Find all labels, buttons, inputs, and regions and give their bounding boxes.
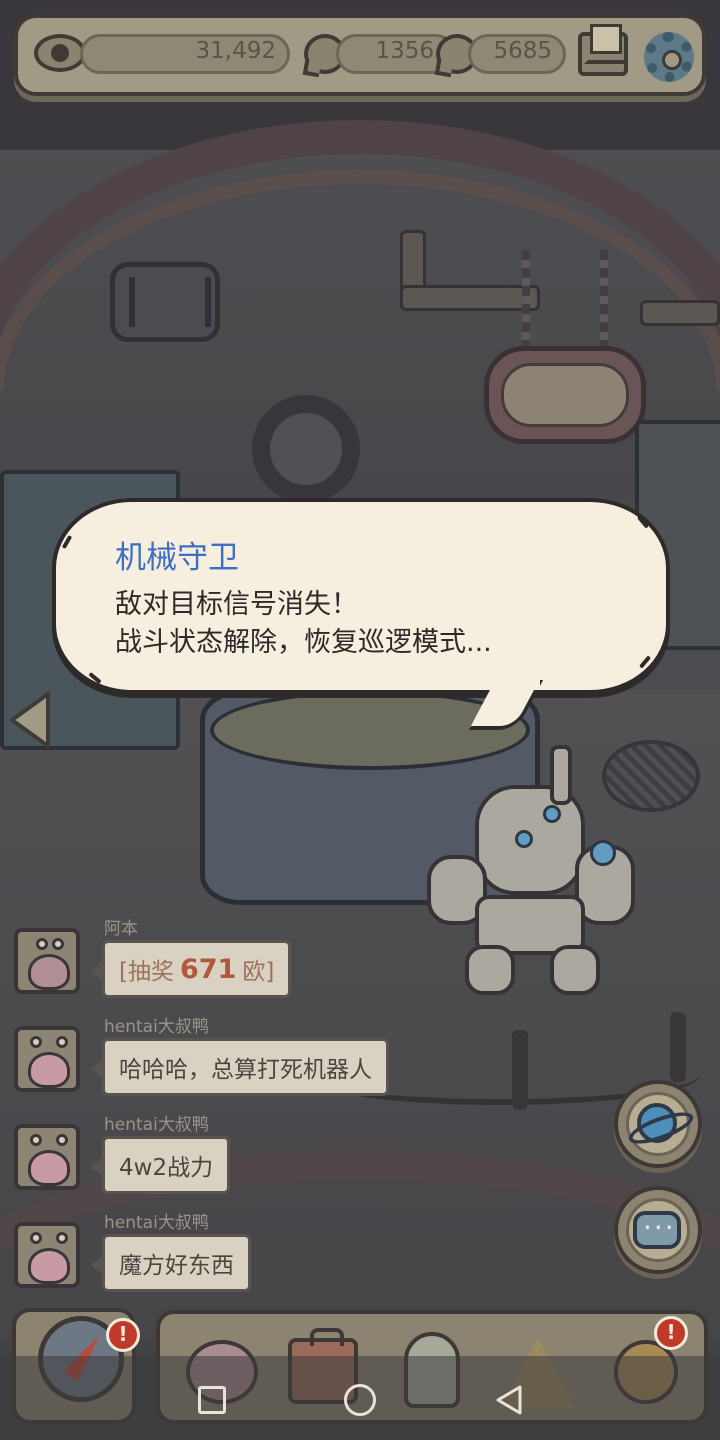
chat-message-box: [抽奖 671 欧] xyxy=(90,940,292,998)
rope-post xyxy=(512,1030,528,1110)
chat-sender: hentai大叔鸭 xyxy=(104,1115,209,1135)
key-alert-badge: ! xyxy=(654,1316,688,1350)
chat-sender: hentai大叔鸭 xyxy=(104,1017,209,1037)
chat-message: hentai大叔鸭 哈哈哈，总算打死机器人 xyxy=(14,1017,434,1108)
chain xyxy=(522,250,530,350)
chat-message-box: 魔方好东西 xyxy=(91,1234,251,1292)
chat-button[interactable] xyxy=(614,1186,702,1274)
lottery-prefix: [抽奖 xyxy=(119,959,174,985)
left-arrow-icon[interactable] xyxy=(8,690,52,750)
lottery-amount: 671 xyxy=(179,953,237,985)
dialog-text: 敌对目标信号消失！ 战斗状态解除，恢复巡逻模式... xyxy=(115,586,492,662)
bed-sign[interactable] xyxy=(484,346,646,444)
pipe xyxy=(400,285,540,311)
avatar[interactable] xyxy=(14,1124,80,1190)
barrel xyxy=(110,262,220,342)
pipe xyxy=(640,300,720,326)
back-button[interactable] xyxy=(494,1384,524,1416)
tire xyxy=(252,395,360,503)
home-button[interactable] xyxy=(344,1384,376,1416)
chain xyxy=(600,250,608,350)
chat-message-box: 哈哈哈，总算打死机器人 xyxy=(91,1038,389,1096)
dialog-line-1: 敌对目标信号消失！ xyxy=(115,589,358,620)
avatar[interactable] xyxy=(14,1222,80,1288)
gear-icon[interactable] xyxy=(644,32,694,82)
views-count: 31,492 xyxy=(195,38,276,64)
eye-icon xyxy=(34,34,86,72)
replies-count: 5685 xyxy=(493,38,552,64)
top-status-bar: 31,492 1356 5685 xyxy=(14,14,706,96)
planet-button[interactable] xyxy=(614,1080,702,1168)
dialog-line-2: 战斗状态解除，恢复巡逻模式... xyxy=(115,627,492,658)
rope-post xyxy=(670,1012,686,1082)
avatar[interactable] xyxy=(14,928,80,994)
lottery-suffix: 欧] xyxy=(242,959,275,985)
mail-icon[interactable] xyxy=(578,24,628,76)
messages-count: 1356 xyxy=(375,38,434,64)
planet-icon xyxy=(637,1103,677,1143)
recents-button[interactable] xyxy=(198,1386,226,1414)
chat-message: hentai大叔鸭 4w2战力 xyxy=(14,1115,434,1206)
chat-message: 阿本 [抽奖 671 欧] xyxy=(14,919,434,1010)
chat-icon xyxy=(633,1211,681,1249)
mech-guard-robot[interactable] xyxy=(415,745,645,1005)
chat-sender: hentai大叔鸭 xyxy=(104,1213,209,1233)
chat-message: hentai大叔鸭 魔方好东西 xyxy=(14,1213,434,1304)
chat-sender: 阿本 xyxy=(104,919,138,939)
compass-alert-badge: ! xyxy=(106,1318,140,1352)
dialog-speaker-name: 机械守卫 xyxy=(115,540,239,576)
chat-message-box: 4w2战力 xyxy=(90,1136,231,1194)
avatar[interactable] xyxy=(14,1026,80,1092)
dialog-tail-cover xyxy=(470,672,540,690)
